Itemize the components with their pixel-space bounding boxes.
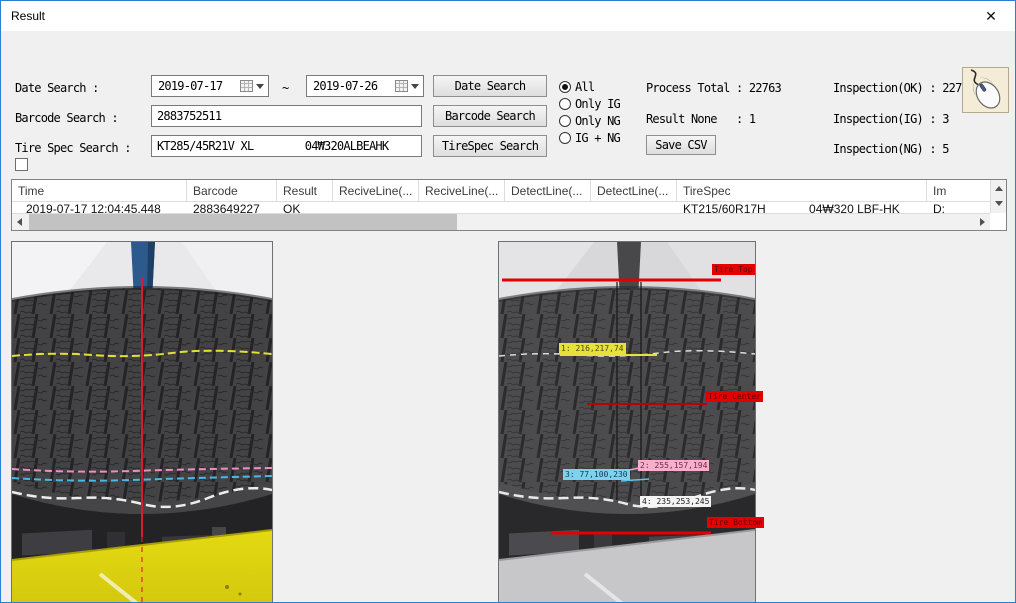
column-header-reciveline2[interactable]: ReciveLine(... <box>419 180 505 201</box>
tirespec-search-button[interactable]: TireSpec Search <box>433 135 547 157</box>
result-filter-group: All Only IG Only NG IG + NG <box>559 78 620 146</box>
date-search-button[interactable]: Date Search <box>433 75 547 97</box>
date-to-value: 2019-07-26 <box>313 79 395 93</box>
barcode-search-button[interactable]: Barcode Search <box>433 105 547 127</box>
inspection-ok: Inspection(OK) : 22754 <box>833 81 974 95</box>
tire-center-label: Tire Center <box>706 391 763 402</box>
barcode-search-label: Barcode Search : <box>15 111 118 125</box>
close-icon[interactable]: ✕ <box>981 7 1001 25</box>
table-header: Time Barcode Result ReciveLine(... Reciv… <box>12 180 1006 202</box>
inspection-ig-label: Inspection(IG) : <box>833 112 936 126</box>
scroll-right-icon[interactable] <box>980 218 985 226</box>
cell-detectline2 <box>591 202 677 213</box>
column-header-detectline1[interactable]: DetectLine(... <box>505 180 591 201</box>
line4-label: 4: 235,253,245 <box>640 496 711 507</box>
radio-icon[interactable] <box>559 132 571 144</box>
radio-icon[interactable] <box>559 81 571 93</box>
date-search-label: Date Search : <box>15 81 99 95</box>
column-header-barcode[interactable]: Barcode <box>187 180 277 201</box>
tire-image-color <box>11 241 273 603</box>
result-none: Result None : 1 <box>646 112 755 126</box>
scroll-left-icon[interactable] <box>17 218 22 226</box>
scroll-up-icon[interactable] <box>995 186 1003 191</box>
process-total: Process Total : 22763 <box>646 81 781 95</box>
horizontal-scrollbar[interactable] <box>12 213 990 230</box>
date-from-picker[interactable]: 2019-07-17 <box>151 75 269 97</box>
window-title: Result <box>11 9 45 23</box>
inspection-ng-label: Inspection(NG) : <box>833 142 936 156</box>
tirespec-search-label: Tire Spec Search : <box>15 141 131 155</box>
scroll-down-icon[interactable] <box>995 201 1003 206</box>
scrollbar-thumb[interactable] <box>29 214 457 230</box>
cell-reciveline2 <box>419 202 505 213</box>
mouse-icon-button[interactable] <box>962 67 1009 113</box>
line2-label: 2: 255,157,194 <box>638 460 709 471</box>
chevron-down-icon[interactable] <box>411 84 419 89</box>
vertical-scrollbar[interactable] <box>990 180 1006 213</box>
inspection-ng-value: 5 <box>942 142 948 156</box>
cell-reciveline1 <box>333 202 419 213</box>
cell-result: OK <box>277 202 333 213</box>
cell-barcode: 2883649227 <box>187 202 277 213</box>
titlebar: Result ✕ <box>1 1 1015 31</box>
unlabeled-checkbox[interactable] <box>15 158 28 171</box>
radio-all-label: All <box>575 80 594 94</box>
result-none-label: Result None : <box>646 112 742 126</box>
cell-image: D: <box>927 202 975 213</box>
column-header-detectline2[interactable]: DetectLine(... <box>591 180 677 201</box>
column-header-reciveline1[interactable]: ReciveLine(... <box>333 180 419 201</box>
line3-label: 3: 77,100,230 <box>563 469 630 480</box>
date-range-tilde: ~ <box>282 81 288 95</box>
radio-only-ng-label: Only NG <box>575 114 620 128</box>
barcode-search-input[interactable] <box>151 105 422 127</box>
date-to-picker[interactable]: 2019-07-26 <box>306 75 424 97</box>
radio-ig-ng-label: IG + NG <box>575 131 620 145</box>
tirespec-search-input[interactable] <box>151 135 422 157</box>
process-total-value: 22763 <box>749 81 781 95</box>
calendar-icon[interactable] <box>240 80 253 92</box>
radio-only-ng[interactable]: Only NG <box>559 112 620 129</box>
save-csv-button[interactable]: Save CSV <box>646 135 716 155</box>
tire-top-label: Tire Top <box>712 264 755 275</box>
table-body: 2019-07-17 12:04:45.448 2883649227 OK KT… <box>12 202 1006 213</box>
client-area: Date Search : 2019-07-17 ~ 2019-07-26 Da… <box>1 31 1015 602</box>
cell-tirespec: KT215/60R17H 04₩320 LBF-HK <box>677 202 927 213</box>
chevron-down-icon[interactable] <box>256 84 264 89</box>
result-window: Result ✕ Date Search : 2019-07-17 ~ 2019… <box>0 0 1016 603</box>
column-header-image[interactable]: Im <box>927 180 975 201</box>
column-header-time[interactable]: Time <box>12 180 187 201</box>
inspection-ig-value: 3 <box>942 112 948 126</box>
inspection-ok-label: Inspection(OK) : <box>833 81 936 95</box>
radio-icon[interactable] <box>559 115 571 127</box>
cell-time: 2019-07-17 12:04:45.448 <box>12 202 187 213</box>
result-none-value: 1 <box>749 112 755 126</box>
radio-only-ig[interactable]: Only IG <box>559 95 620 112</box>
radio-all[interactable]: All <box>559 78 620 95</box>
table-row[interactable]: 2019-07-17 12:04:45.448 2883649227 OK KT… <box>12 202 1006 213</box>
date-from-value: 2019-07-17 <box>158 79 240 93</box>
process-total-label: Process Total : <box>646 81 742 95</box>
mouse-icon <box>963 68 1008 112</box>
inspection-ig: Inspection(IG) : 3 <box>833 112 949 126</box>
inspection-ng: Inspection(NG) : 5 <box>833 142 949 156</box>
radio-only-ig-label: Only IG <box>575 97 620 111</box>
cell-detectline1 <box>505 202 591 213</box>
radio-icon[interactable] <box>559 98 571 110</box>
column-header-tirespec[interactable]: TireSpec <box>677 180 927 201</box>
column-header-result[interactable]: Result <box>277 180 333 201</box>
line1-label: 1: 216,217,74 <box>559 343 626 354</box>
results-table: Time Barcode Result ReciveLine(... Reciv… <box>11 179 1007 231</box>
tire-image-inspection: Tire Top 1: 216,217,74 Tire Center 2: 25… <box>498 241 756 603</box>
calendar-icon[interactable] <box>395 80 408 92</box>
radio-ig-ng[interactable]: IG + NG <box>559 129 620 146</box>
tire-bottom-label: Tire Bottom <box>707 517 764 528</box>
